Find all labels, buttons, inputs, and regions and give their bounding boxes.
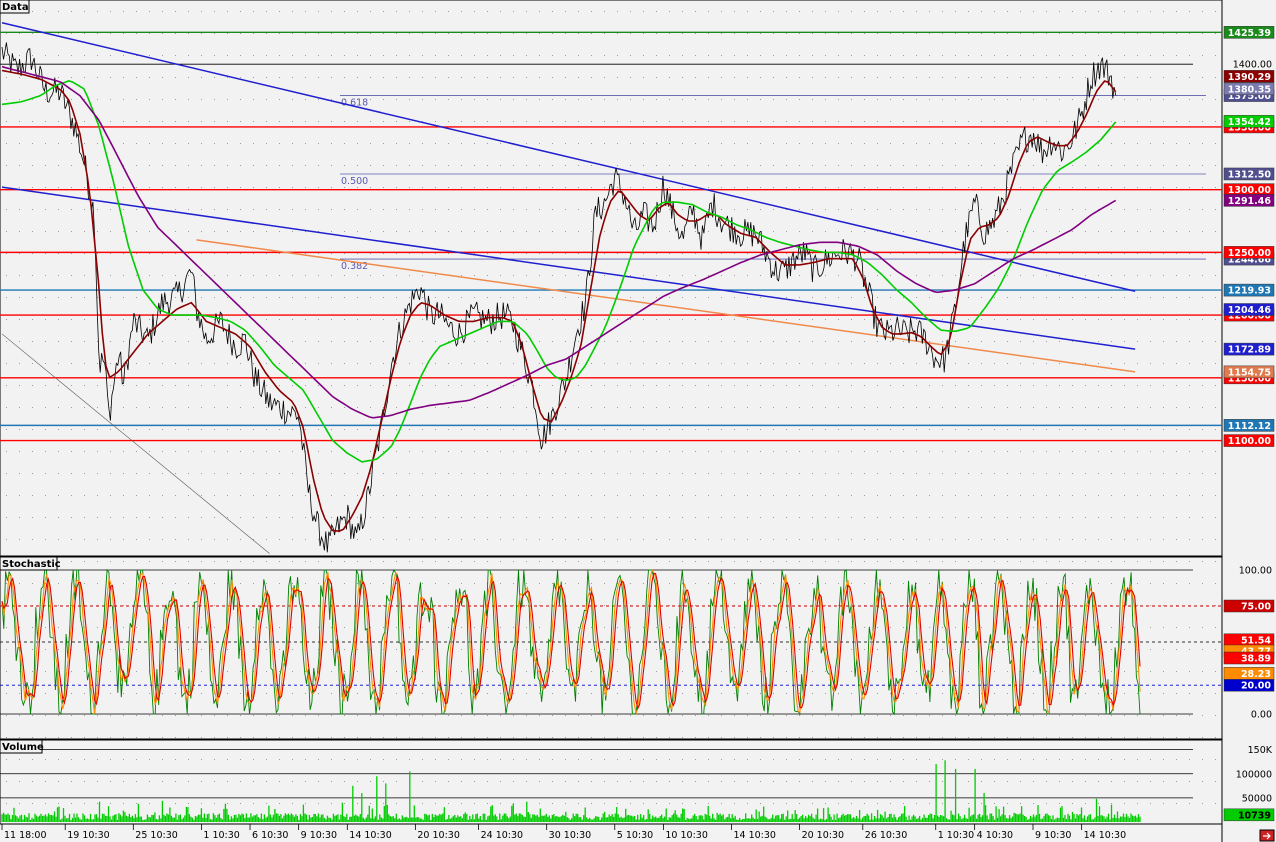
stoch-value-tag-label: 51.54 (1241, 635, 1271, 646)
volume-tick-label: 100000 (1236, 769, 1272, 780)
series-value-tag: 1380.35 (1223, 82, 1275, 95)
stoch-value-tag: 51.54 (1223, 633, 1275, 646)
stoch-value-tag: 28.23 (1223, 667, 1275, 680)
stoch-tick-label-100: 100.00 (1239, 566, 1272, 577)
level-tag-label: 1100.00 (1228, 436, 1272, 447)
time-tick-label: 14 10:30 (733, 830, 776, 841)
pane-title-stochastic: Stochastic (2, 559, 61, 570)
time-tick-label: 20 10:30 (417, 830, 460, 841)
level-tag: 1100.00 (1223, 434, 1275, 447)
time-tick-label: 30 10:30 (549, 830, 592, 841)
fib-ratio-label: 0.500 (341, 176, 368, 187)
stoch-level-tag-label: 75.00 (1241, 602, 1271, 613)
series-value-tag: 1390.29 (1223, 70, 1275, 83)
level-tag: 1425.39 (1223, 26, 1275, 39)
series-value-tag: 1204.46 (1223, 303, 1275, 316)
trading-chart[interactable]: 1400.000.6180.5000.382 100.000.00 150K10… (0, 0, 1276, 842)
stoch-level-tag-label: 20.00 (1241, 681, 1271, 692)
pane-title-stochastic-group: Stochastic (0, 556, 61, 571)
value-tags: 1375.001312.501244.661425.391350.001300.… (1223, 26, 1275, 821)
time-tick-label: 14 10:30 (349, 830, 392, 841)
price-tick-label: 1400.00 (1233, 60, 1272, 71)
time-tick-label: 14 10:30 (1084, 830, 1127, 841)
time-tick-label: 19 10:30 (67, 830, 110, 841)
time-axis: 11 18:00 19 10:30 25 10:30 1 10:30 6 10:30 9 … (1, 824, 1127, 841)
time-tick-label: 26 10:30 (865, 830, 908, 841)
stoch-value-tag-label: 28.23 (1241, 669, 1271, 680)
volume-tick-label: 150K (1248, 745, 1273, 756)
volume-tick-label: 50000 (1242, 793, 1272, 804)
level-tag: 1112.12 (1223, 419, 1275, 432)
time-tick-label: 6 10:30 (252, 830, 288, 841)
series-value-tag: 1154.75 (1223, 365, 1275, 378)
series-value-tag-label: 1204.46 (1228, 305, 1272, 316)
series-value-tag-label: 1154.75 (1228, 367, 1271, 378)
time-tick-label: 5 10:30 (617, 830, 653, 841)
level-tag-label: 1250.00 (1228, 248, 1272, 259)
pane-title-data-group: Data (0, 0, 30, 14)
stoch-level-tag: 75.00 (1223, 599, 1275, 613)
time-tick-label: 9 10:30 (301, 830, 337, 841)
time-tick-label: 25 10:30 (135, 830, 178, 841)
level-tag: 1250.00 (1223, 246, 1275, 259)
stoch-tick-label-0: 0.00 (1251, 710, 1272, 721)
fib-value-tag: 1312.50 (1223, 167, 1275, 180)
level-tag-label: 1425.39 (1228, 28, 1271, 39)
pane-title-data: Data (2, 2, 29, 13)
level-tag: 1219.93 (1223, 283, 1275, 297)
time-tick-label: 10 10:30 (665, 830, 708, 841)
series-value-tag-label: 1291.46 (1228, 196, 1272, 207)
time-tick-label: 24 10:30 (481, 830, 523, 841)
time-tick-label: 9 10:30 (1035, 830, 1071, 841)
volume-value-tag-label: 10739 (1238, 810, 1271, 821)
series-value-tag-label: 1354.42 (1228, 117, 1271, 128)
pane-title-volume-group: Volume (0, 739, 44, 754)
scroll-right-button[interactable] (1259, 829, 1275, 842)
stoch-value-tag: 38.89 (1223, 651, 1275, 664)
stoch-value-tag-label: 38.89 (1241, 653, 1271, 664)
time-tick-label: 4 10:30 (977, 830, 1013, 841)
level-tag-label: 1112.12 (1228, 421, 1271, 432)
stoch-level-tag: 20.00 (1223, 678, 1275, 692)
time-tick-label: 1 10:30 (938, 830, 974, 841)
series-value-tag: 1291.46 (1223, 194, 1275, 207)
time-tick-label: 11 18:00 (4, 830, 47, 841)
series-value-tag: 1172.89 (1223, 342, 1275, 356)
series-value-tag-label: 1390.29 (1228, 72, 1271, 83)
series-value-tag-label: 1172.89 (1228, 345, 1271, 356)
pane-title-volume: Volume (2, 742, 44, 753)
volume-value-tag: 10739 (1223, 808, 1275, 821)
fib-value-tag-label: 1312.50 (1228, 169, 1272, 180)
time-tick-label: 1 10:30 (203, 830, 239, 841)
level-tag-label: 1219.93 (1228, 286, 1271, 297)
time-tick-label: 20 10:30 (802, 830, 845, 841)
series-value-tag: 1354.42 (1223, 115, 1275, 128)
series-value-tag-label: 1380.35 (1228, 84, 1271, 95)
